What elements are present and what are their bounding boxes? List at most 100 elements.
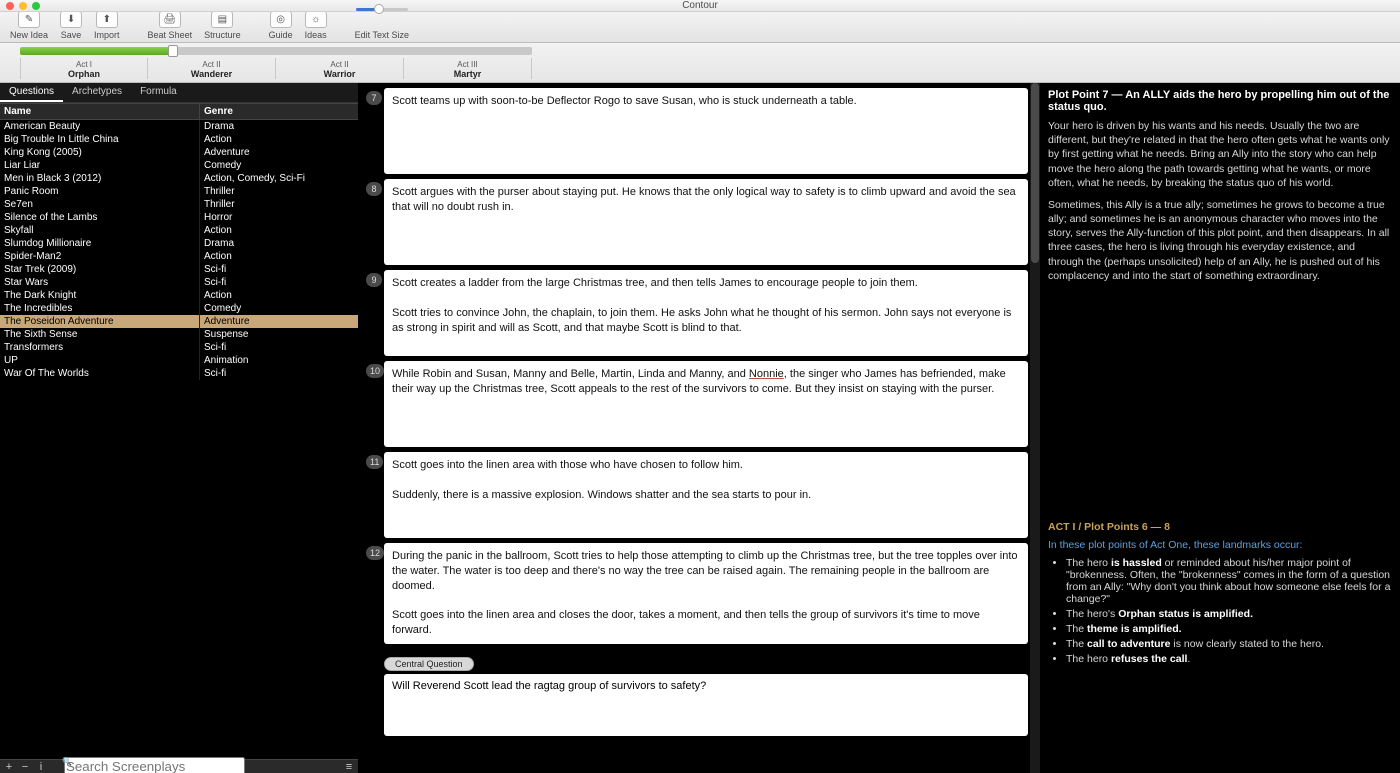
import-button[interactable]: ⬆ Import: [88, 11, 126, 42]
beat-text[interactable]: While Robin and Susan, Manny and Belle, …: [384, 361, 1028, 447]
beat-number: 10: [366, 364, 384, 378]
beat-text[interactable]: Scott argues with the purser about stayi…: [384, 179, 1028, 265]
guide-bullet: The hero is hassled or reminded about hi…: [1066, 557, 1392, 605]
act-column[interactable]: Act IIWarrior: [276, 58, 404, 79]
table-row[interactable]: UPAnimation: [0, 354, 358, 367]
ideas-icon: ☼: [305, 11, 327, 28]
beat-8: 8Scott argues with the purser about stay…: [366, 179, 1028, 265]
ideas-button[interactable]: ☼ Ideas: [299, 11, 333, 42]
new-idea-button[interactable]: ✎ New Idea: [4, 11, 54, 42]
search-icon: 🔍: [62, 757, 72, 766]
tab-formula[interactable]: Formula: [131, 83, 186, 102]
main-area: QuestionsArchetypesFormula Name Genre Am…: [0, 83, 1400, 773]
table-row[interactable]: Slumdog MillionaireDrama: [0, 237, 358, 250]
save-icon: ⬇: [60, 11, 82, 28]
remove-button[interactable]: −: [20, 761, 30, 773]
sidebar-tabs: QuestionsArchetypesFormula: [0, 83, 358, 103]
act-playhead[interactable]: [168, 45, 178, 57]
table-header: Name Genre: [0, 103, 358, 120]
act-progress-bar[interactable]: [20, 47, 532, 58]
col-name[interactable]: Name: [0, 104, 200, 119]
table-row[interactable]: The Dark KnightAction: [0, 289, 358, 302]
act-column[interactable]: Act IIIMartyr: [404, 58, 532, 79]
tab-questions[interactable]: Questions: [0, 83, 63, 102]
toolbar: ✎ New Idea ⬇ Save ⬆ Import 🖨 Beat Sheet …: [0, 12, 1400, 43]
guide-bullet: The theme is amplified.: [1066, 623, 1392, 635]
central-question-body[interactable]: Will Reverend Scott lead the ragtag grou…: [384, 674, 1028, 736]
table-row[interactable]: The Sixth SenseSuspense: [0, 328, 358, 341]
beat-12: 12During the panic in the ballroom, Scot…: [366, 543, 1028, 644]
beat-number: 9: [366, 273, 382, 287]
guide-p2: Sometimes, this Ally is a true ally; som…: [1048, 198, 1392, 283]
table-row[interactable]: American BeautyDrama: [0, 120, 358, 133]
table-row[interactable]: Men in Black 3 (2012)Action, Comedy, Sci…: [0, 172, 358, 185]
act-column[interactable]: Act IIWanderer: [148, 58, 276, 79]
beat-text[interactable]: Scott teams up with soon-to-be Deflector…: [384, 88, 1028, 174]
guide-bullet: The call to adventure is now clearly sta…: [1066, 638, 1392, 650]
scrollbar[interactable]: [1030, 83, 1040, 773]
beat-text[interactable]: Scott creates a ladder from the large Ch…: [384, 270, 1028, 356]
text-size-slider[interactable]: [356, 2, 408, 16]
table-row[interactable]: Se7enThriller: [0, 198, 358, 211]
act-column[interactable]: Act IOrphan: [20, 58, 148, 79]
table-row[interactable]: TransformersSci-fi: [0, 341, 358, 354]
beat-11: 11Scott goes into the linen area with th…: [366, 452, 1028, 538]
act-strip: Act IOrphanAct IIWandererAct IIWarriorAc…: [0, 43, 1400, 83]
beat-10: 10While Robin and Susan, Manny and Belle…: [366, 361, 1028, 447]
guide-panel: Plot Point 7 — An ALLY aids the hero by …: [1040, 83, 1400, 773]
beat-number: 7: [366, 91, 382, 105]
table-row[interactable]: Liar LiarComedy: [0, 159, 358, 172]
beat-sheet-button[interactable]: 🖨 Beat Sheet: [142, 11, 199, 42]
beat-7: 7Scott teams up with soon-to-be Deflecto…: [366, 88, 1028, 174]
guide-subhead: ACT I / Plot Points 6 — 8: [1048, 521, 1392, 533]
tab-archetypes[interactable]: Archetypes: [63, 83, 131, 102]
table-row[interactable]: Panic RoomThriller: [0, 185, 358, 198]
beat-text[interactable]: Scott goes into the linen area with thos…: [384, 452, 1028, 538]
act-seg-done: [20, 47, 170, 55]
beat-number: 12: [366, 546, 384, 560]
sidebar-footer: + − i 🔍 ≡: [0, 759, 358, 773]
table-row[interactable]: SkyfallAction: [0, 224, 358, 237]
guide-button[interactable]: ◎ Guide: [263, 11, 299, 42]
act-seg-remaining: [172, 47, 532, 55]
list-options-icon[interactable]: ≡: [344, 761, 354, 773]
window-title: Contour: [0, 0, 1400, 11]
beat-number: 8: [366, 182, 382, 196]
new-idea-icon: ✎: [18, 11, 40, 28]
titlebar: Contour: [0, 0, 1400, 12]
table-row[interactable]: War Of The WorldsSci-fi: [0, 367, 358, 380]
add-button[interactable]: +: [4, 761, 14, 773]
info-button[interactable]: i: [36, 761, 46, 773]
table-row[interactable]: King Kong (2005)Adventure: [0, 146, 358, 159]
guide-bullet: The hero's Orphan status is amplified.: [1066, 608, 1392, 620]
table-body: American BeautyDramaBig Trouble In Littl…: [0, 120, 358, 759]
scroll-thumb[interactable]: [1031, 83, 1039, 263]
guide-bullet: The hero refuses the call.: [1066, 653, 1392, 665]
structure-icon: ▤: [211, 11, 233, 28]
guide-title: Plot Point 7 — An ALLY aids the hero by …: [1048, 89, 1392, 113]
act-labels: Act IOrphanAct IIWandererAct IIWarriorAc…: [20, 58, 532, 79]
guide-lead: In these plot points of Act One, these l…: [1048, 539, 1392, 551]
table-row[interactable]: Silence of the LambsHorror: [0, 211, 358, 224]
beat-number: 11: [366, 455, 383, 469]
text-size-control[interactable]: Edit Text Size: [349, 2, 415, 42]
table-row[interactable]: Big Trouble In Little ChinaAction: [0, 133, 358, 146]
save-button[interactable]: ⬇ Save: [54, 11, 88, 42]
table-row[interactable]: Star WarsSci-fi: [0, 276, 358, 289]
structure-button[interactable]: ▤ Structure: [198, 11, 247, 42]
import-icon: ⬆: [96, 11, 118, 28]
table-row[interactable]: The IncrediblesComedy: [0, 302, 358, 315]
guide-p1: Your hero is driven by his wants and his…: [1048, 119, 1392, 190]
central-question-pill[interactable]: Central Question: [384, 657, 474, 671]
guide-icon: ◎: [270, 11, 292, 28]
sidebar: QuestionsArchetypesFormula Name Genre Am…: [0, 83, 358, 773]
search-input[interactable]: [64, 757, 245, 773]
table-row[interactable]: Star Trek (2009)Sci-fi: [0, 263, 358, 276]
guide-bullets: The hero is hassled or reminded about hi…: [1048, 557, 1392, 665]
beat-list: 7Scott teams up with soon-to-be Deflecto…: [358, 83, 1040, 773]
beat-text[interactable]: During the panic in the ballroom, Scott …: [384, 543, 1028, 644]
col-genre[interactable]: Genre: [200, 104, 358, 119]
table-row[interactable]: The Poseidon AdventureAdventure: [0, 315, 358, 328]
table-row[interactable]: Spider-Man2Action: [0, 250, 358, 263]
search-wrap: 🔍: [58, 757, 338, 773]
